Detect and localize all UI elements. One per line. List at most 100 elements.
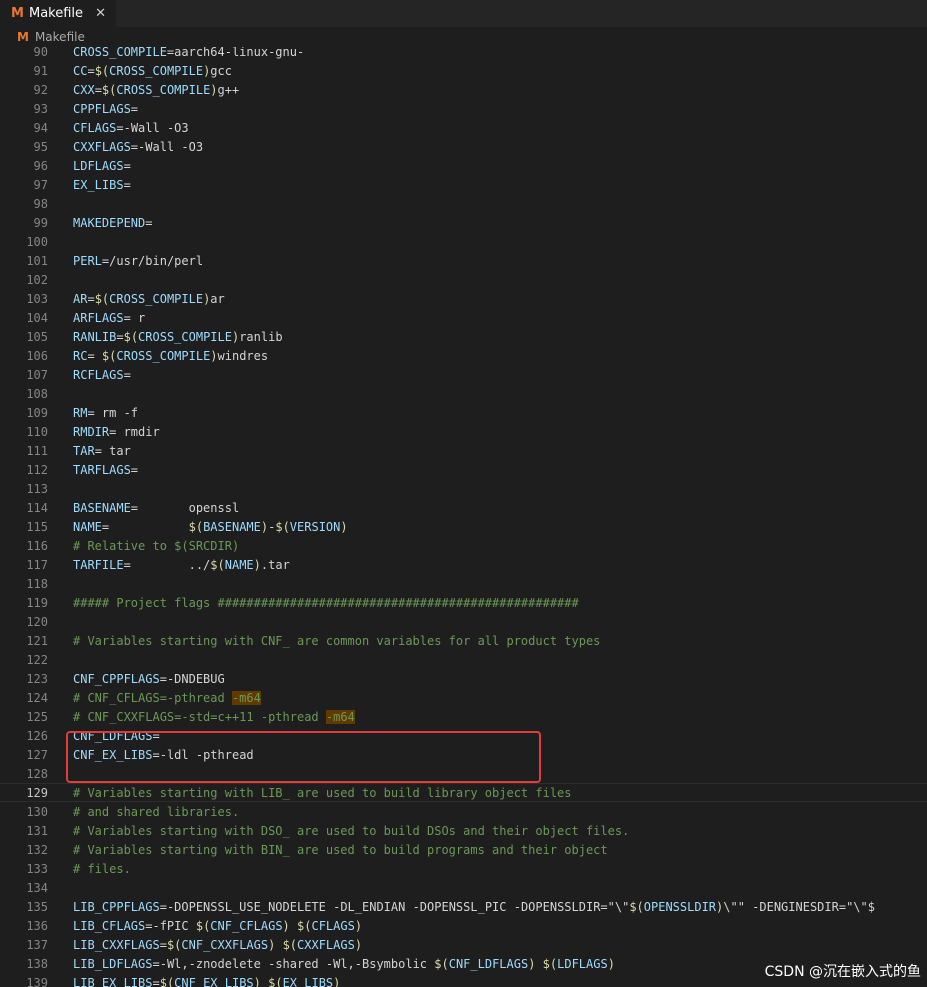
- code-line[interactable]: 132 # Variables starting with BIN_ are us…: [0, 841, 927, 860]
- code-line[interactable]: 101 PERL=/usr/bin/perl: [0, 252, 927, 271]
- line-code: CFLAGS=-Wall -O3: [73, 121, 189, 135]
- code-line[interactable]: 112 TARFLAGS=: [0, 461, 927, 480]
- line-number: 90: [33, 47, 48, 59]
- line-code: # Variables starting with DSO_ are used …: [73, 824, 630, 838]
- line-number: 124: [26, 691, 48, 705]
- line-code: # CNF_CXXFLAGS=-std=c++11 -pthread -m64: [73, 710, 355, 724]
- line-number: 137: [26, 938, 48, 952]
- code-line[interactable]: 97 EX_LIBS=: [0, 176, 927, 195]
- line-code: CPPFLAGS=: [73, 102, 139, 116]
- code-line[interactable]: 135 LIB_CPPFLAGS=-DOPENSSL_USE_NODELETE -…: [0, 898, 927, 917]
- makefile-icon: M: [17, 30, 29, 44]
- code-line[interactable]: 121 # Variables starting with CNF_ are co…: [0, 632, 927, 651]
- line-number: 136: [26, 919, 48, 933]
- line-number: 113: [26, 482, 48, 496]
- code-line[interactable]: 95 CXXFLAGS=-Wall -O3: [0, 138, 927, 157]
- line-number: 134: [26, 881, 48, 895]
- line-number: 138: [26, 957, 48, 971]
- code-line[interactable]: 94 CFLAGS=-Wall -O3: [0, 119, 927, 138]
- line-code: LDFLAGS=: [73, 159, 131, 173]
- code-line[interactable]: 125 # CNF_CXXFLAGS=-std=c++11 -pthread -m…: [0, 708, 927, 727]
- line-code: TARFILE= ../$(NAME).tar: [73, 558, 290, 572]
- line-number: 119: [26, 596, 48, 610]
- line-code: TAR= tar: [73, 444, 131, 458]
- line-number: 92: [33, 83, 48, 97]
- tab-makefile[interactable]: M Makefile ✕: [0, 0, 116, 27]
- code-line[interactable]: 93 CPPFLAGS=: [0, 100, 927, 119]
- line-number: 115: [26, 520, 48, 534]
- code-line[interactable]: 103 AR=$(CROSS_COMPILE)ar: [0, 290, 927, 309]
- line-number: 112: [26, 463, 48, 477]
- line-number: 114: [26, 501, 48, 515]
- code-line[interactable]: 104 ARFLAGS= r: [0, 309, 927, 328]
- code-line[interactable]: 133 # files.: [0, 860, 927, 879]
- code-line[interactable]: 109 RM= rm -f: [0, 404, 927, 423]
- line-number: 104: [26, 311, 48, 325]
- code-line[interactable]: 115 NAME= $(BASENAME)-$(VERSION): [0, 518, 927, 537]
- code-line[interactable]: 111 TAR= tar: [0, 442, 927, 461]
- close-icon[interactable]: ✕: [95, 6, 106, 21]
- breadcrumb: M Makefile: [0, 27, 927, 47]
- code-line[interactable]: 106 RC= $(CROSS_COMPILE)windres: [0, 347, 927, 366]
- code-line[interactable]: 108: [0, 385, 927, 404]
- line-code: CC=$(CROSS_COMPILE)gcc: [73, 64, 232, 78]
- code-line[interactable]: 99 MAKEDEPEND=: [0, 214, 927, 233]
- line-code: RMDIR= rmdir: [73, 425, 160, 439]
- line-number: 130: [26, 805, 48, 819]
- code-line[interactable]: 98: [0, 195, 927, 214]
- tab-bar: M Makefile ✕: [0, 0, 927, 27]
- line-code: LIB_LDFLAGS=-Wl,-znodelete -shared -Wl,-…: [73, 957, 615, 971]
- code-line[interactable]: 119 ##### Project flags #################…: [0, 594, 927, 613]
- code-line[interactable]: 100: [0, 233, 927, 252]
- line-code: # Variables starting with CNF_ are commo…: [73, 634, 601, 648]
- code-line[interactable]: 136 LIB_CFLAGS=-fPIC $(CNF_CFLAGS) $(CFLA…: [0, 917, 927, 936]
- line-code: CNF_CPPFLAGS=-DNDEBUG: [73, 672, 225, 686]
- code-line[interactable]: 120: [0, 613, 927, 632]
- line-number: 127: [26, 748, 48, 762]
- code-line[interactable]: 96 LDFLAGS=: [0, 157, 927, 176]
- line-number: 107: [26, 368, 48, 382]
- code-line[interactable]: 129 # Variables starting with LIB_ are us…: [0, 784, 927, 803]
- code-line[interactable]: 131 # Variables starting with DSO_ are us…: [0, 822, 927, 841]
- line-number: 100: [26, 235, 48, 249]
- code-line[interactable]: 102: [0, 271, 927, 290]
- line-number: 95: [33, 140, 48, 154]
- code-line[interactable]: 118: [0, 575, 927, 594]
- breadcrumb-item-makefile[interactable]: Makefile: [35, 30, 85, 44]
- line-number: 101: [26, 254, 48, 268]
- code-line[interactable]: 105 RANLIB=$(CROSS_COMPILE)ranlib: [0, 328, 927, 347]
- code-line[interactable]: 116 # Relative to $(SRCDIR): [0, 537, 927, 556]
- line-number: 133: [26, 862, 48, 876]
- code-line[interactable]: 110 RMDIR= rmdir: [0, 423, 927, 442]
- line-number: 116: [26, 539, 48, 553]
- line-number: 93: [33, 102, 48, 116]
- line-number: 123: [26, 672, 48, 686]
- line-code: ##### Project flags ####################…: [73, 596, 579, 610]
- line-number: 110: [26, 425, 48, 439]
- makefile-icon: M: [11, 6, 24, 21]
- code-line[interactable]: 134: [0, 879, 927, 898]
- code-line[interactable]: 107 RCFLAGS=: [0, 366, 927, 385]
- line-code: TARFLAGS=: [73, 463, 139, 477]
- code-line[interactable]: 137 LIB_CXXFLAGS=$(CNF_CXXFLAGS) $(CXXFLA…: [0, 936, 927, 955]
- line-number: 125: [26, 710, 48, 724]
- code-line[interactable]: 123 CNF_CPPFLAGS=-DNDEBUG: [0, 670, 927, 689]
- code-line[interactable]: 113: [0, 480, 927, 499]
- line-number: 94: [33, 121, 48, 135]
- code-line[interactable]: 91 CC=$(CROSS_COMPILE)gcc: [0, 62, 927, 81]
- line-code: RCFLAGS=: [73, 368, 131, 382]
- code-line[interactable]: 130 # and shared libraries.: [0, 803, 927, 822]
- line-code: BASENAME= openssl: [73, 501, 240, 515]
- line-code: # Variables starting with BIN_ are used …: [73, 843, 608, 857]
- code-line[interactable]: 92 CXX=$(CROSS_COMPILE)g++: [0, 81, 927, 100]
- line-number: 122: [26, 653, 48, 667]
- line-code: CROSS_COMPILE=aarch64-linux-gnu-: [73, 47, 305, 59]
- code-line[interactable]: 117 TARFILE= ../$(NAME).tar: [0, 556, 927, 575]
- line-code: RANLIB=$(CROSS_COMPILE)ranlib: [73, 330, 283, 344]
- code-editor[interactable]: 90 CROSS_COMPILE=aarch64-linux-gnu- 91 CC=$…: [0, 47, 927, 987]
- line-code: LIB_CPPFLAGS=-DOPENSSL_USE_NODELETE -DL_…: [73, 900, 875, 914]
- code-line[interactable]: 122: [0, 651, 927, 670]
- code-line[interactable]: 124 # CNF_CFLAGS=-pthread -m64: [0, 689, 927, 708]
- code-line[interactable]: 90 CROSS_COMPILE=aarch64-linux-gnu-: [0, 47, 927, 62]
- code-line[interactable]: 114 BASENAME= openssl: [0, 499, 927, 518]
